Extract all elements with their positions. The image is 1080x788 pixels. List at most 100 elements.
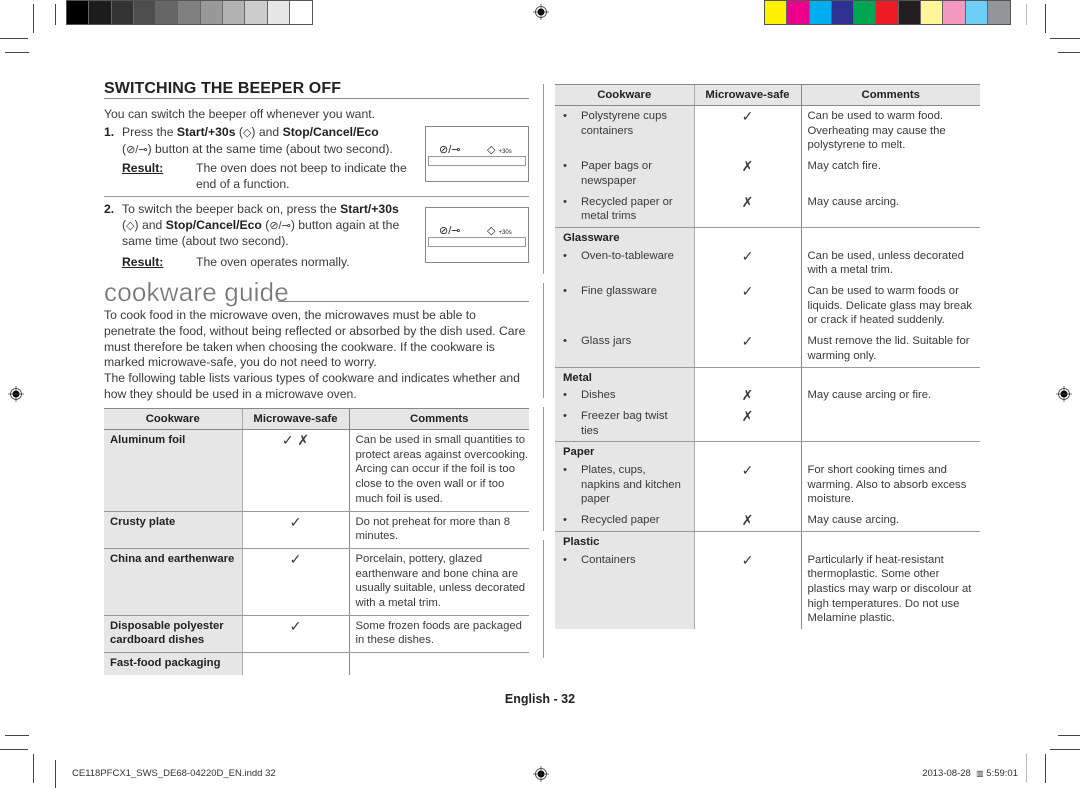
bullet-icon: • [563, 514, 567, 527]
comments-cell: Can be used, unless decorated with a met… [807, 249, 964, 277]
table-row: • Oven-to-tableware ✓ Can be used, unless d… [555, 245, 980, 282]
microwave-safe-cell: ✓ [693, 549, 802, 630]
page-number: English - 32 [504, 692, 576, 706]
comments-cell [349, 653, 529, 675]
comments-cell: Must remove the lid. Suitable for warmin… [801, 331, 980, 368]
color-swatch [854, 1, 877, 24]
comments-cell: May cause arcing or fire. [807, 389, 932, 402]
step-text: To switch the beeper back on, press the … [122, 202, 400, 248]
table-row: Crusty plate ✓ Do not preheat for more tha… [104, 511, 529, 549]
control-panel-illustration: ⊘/⊸ ◇ +30s [425, 126, 529, 182]
table-row: • Dishes ✗ May cause arcing or fire. [555, 385, 980, 406]
chapter-divider [278, 301, 529, 302]
category-row: Paper [555, 441, 980, 461]
microwave-safe-cell: ✓ [693, 281, 802, 332]
gray-swatch [178, 1, 201, 24]
step-1: 1. Press the Start/+30s (◇) and Stop/Can… [104, 125, 424, 158]
bullet-icon: • [563, 335, 567, 348]
guide-paragraph: To cook food in the microwave oven, the … [104, 308, 526, 370]
gray-swatch [133, 1, 157, 24]
microwave-safe-cell: ✓ [241, 615, 350, 654]
step-2: 2. To switch the beeper back on, press t… [104, 202, 424, 250]
cookware-cell: • Fine glassware [555, 281, 694, 332]
cookware-cell: • Recycled paper [555, 510, 694, 532]
display-window [428, 237, 526, 247]
comments-cell: May cause arcing. [801, 191, 980, 228]
table-row: • Freezer bag twist ties ✗ [555, 405, 980, 443]
microwave-safe-cell [241, 652, 350, 675]
control-panel-illustration: ⊘/⊸ ◇ +30s [425, 207, 529, 263]
table-row: • Fine glassware ✓ Can be used to warm food… [555, 281, 980, 332]
crop-mark [1026, 754, 1027, 782]
display-window [428, 156, 526, 166]
column-header-comments: Comments [801, 84, 980, 106]
comments-cell: Some frozen foods are packaged in these … [349, 615, 529, 654]
empty-cell [693, 441, 802, 461]
microwave-safe-cell: ✓ [693, 331, 802, 368]
cookware-cell: • Freezer bag twist ties [555, 405, 694, 443]
result-label: Result: [122, 255, 164, 269]
cookware-cell: • Polystyrene cups containers [555, 105, 694, 157]
stop-eco-icon: ⊘/⊸ [126, 143, 148, 156]
column-header-comments: Comments [349, 408, 529, 430]
color-swatch [809, 1, 832, 24]
bullet-icon: • [563, 249, 567, 262]
registration-mark-icon [8, 386, 24, 402]
category-label: Paper [555, 441, 694, 461]
start-icon: ◇ +30s [487, 225, 512, 237]
bullet-icon: • [563, 553, 567, 566]
gray-swatch [245, 1, 268, 24]
crop-mark [5, 735, 29, 736]
empty-cell [693, 531, 802, 550]
start-term: Start/+30s [176, 125, 236, 139]
gray-swatch [156, 1, 179, 24]
table-row: Aluminum foil ✓ ✗ Can be used in small qua… [104, 429, 529, 512]
cookware-table-left: Cookware Microwave-safe Comments Aluminu… [104, 408, 529, 675]
color-swatch [831, 1, 855, 24]
empty-cell [693, 367, 802, 386]
comments-cell: Particularly if heat-resistant thermopla… [807, 553, 972, 625]
cookware-cell: • Recycled paper or metal trims [555, 191, 694, 228]
table-row: • Polystyrene cups containers ✓ Can be used… [555, 105, 980, 157]
table-row: China and earthenware ✓ Porcelain, pottery… [104, 548, 529, 616]
category-label: Plastic [555, 531, 694, 550]
section-divider [104, 98, 529, 99]
category-row: Glassware [555, 227, 980, 246]
cookware-cell: • Dishes [555, 385, 694, 406]
cookware-table-right: Cookware Microwave-safe Comments • Polyst… [555, 84, 980, 630]
bullet-icon: • [563, 389, 567, 402]
page-fold-line [543, 283, 544, 398]
category-row: Plastic [555, 531, 980, 550]
step-text: Press the Start/+30s (◇) and Stop/Cancel… [122, 125, 393, 156]
color-swatch [876, 1, 899, 24]
start-icon: ◇ [126, 219, 135, 232]
gray-swatch [267, 1, 290, 24]
crop-mark [5, 52, 29, 53]
stop-term: Stop/Cancel/Eco [165, 217, 262, 232]
registration-mark-icon [533, 4, 549, 20]
step-number: 2. [104, 202, 115, 216]
microwave-safe-cell: ✗ [693, 385, 802, 406]
table-row: Fast-food packaging [104, 652, 529, 675]
cookware-cell: China and earthenware [104, 548, 242, 616]
guide-intro: To cook food in the microwave oven, the … [104, 308, 529, 403]
table-row: • Recycled paper ✗ May cause arcing. [555, 510, 980, 532]
result-label: Result: [122, 161, 164, 175]
cookware-cell: Aluminum foil [104, 429, 242, 512]
print-file-name: CE118PFCX1_SWS_DE68-04220D_EN.indd 32 [72, 768, 276, 779]
crop-mark [33, 754, 34, 783]
comments-cell: Porcelain, pottery, glazed earthenware a… [349, 548, 529, 616]
crop-mark [55, 760, 56, 788]
stop-eco-icon: ⊘/⊸ [439, 144, 461, 156]
crop-mark [0, 38, 28, 39]
category-label: Metal [555, 367, 694, 386]
empty-cell [693, 227, 802, 246]
column-header-microwave-safe: Microwave-safe [693, 84, 802, 106]
color-swatch [987, 1, 1011, 24]
table-row: • Paper bags or newspaper ✗ May catch fire. [555, 156, 980, 192]
color-swatch [898, 1, 922, 24]
bullet-icon: • [563, 464, 567, 477]
empty-cell [801, 367, 980, 385]
result-text: The oven operates normally. [196, 255, 350, 269]
start-term: Start/+30s [340, 202, 399, 216]
